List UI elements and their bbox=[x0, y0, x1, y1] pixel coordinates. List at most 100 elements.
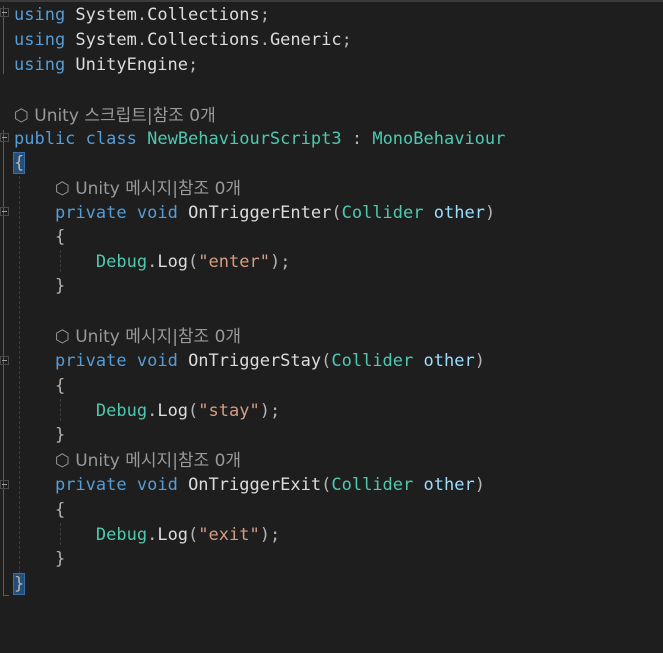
token-id bbox=[14, 179, 55, 199]
matching-brace: { bbox=[12, 152, 26, 174]
token-id bbox=[14, 401, 96, 421]
token-id: Collections bbox=[147, 5, 260, 25]
code-line-using-collections[interactable]: using System.Collections; bbox=[14, 3, 270, 27]
token-id bbox=[14, 475, 55, 495]
token-id: System bbox=[65, 5, 137, 25]
code-line-enter-signature[interactable]: private void OnTriggerEnter(Collider oth… bbox=[14, 201, 495, 225]
token-param: other bbox=[423, 475, 475, 495]
token-id bbox=[178, 475, 188, 495]
codelens-reference-info[interactable]: ⬡ Unity 메시지|참조 0개 bbox=[55, 451, 241, 471]
token-kw: private bbox=[54, 203, 127, 223]
token-punc: ) bbox=[474, 351, 485, 371]
token-punc: { bbox=[54, 500, 66, 520]
token-punc: : bbox=[351, 129, 363, 149]
token-punc: ) bbox=[484, 203, 496, 223]
token-id bbox=[14, 351, 55, 371]
codelens-reference-info[interactable]: ⬡ Unity 스크립트|참조 0개 bbox=[14, 106, 216, 126]
token-str: "enter" bbox=[198, 252, 270, 272]
token-punc: . bbox=[147, 525, 158, 545]
token-id bbox=[14, 252, 96, 272]
token-type: Debug bbox=[95, 252, 148, 272]
code-line-enter-codelens[interactable]: ⬡ Unity 메시지|참조 0개 bbox=[14, 177, 241, 201]
code-line-class-declaration[interactable]: public class NewBehaviourScript3 : MonoB… bbox=[14, 127, 505, 151]
token-type: Debug bbox=[95, 401, 148, 421]
code-line-exit-close[interactable]: } bbox=[14, 547, 65, 571]
token-id bbox=[362, 129, 372, 149]
token-id bbox=[14, 203, 55, 223]
token-punc: } bbox=[54, 549, 66, 569]
token-id bbox=[178, 203, 188, 223]
token-punc: ( bbox=[331, 203, 342, 223]
token-punc: . bbox=[259, 30, 270, 50]
token-id: Log bbox=[157, 525, 189, 545]
collapse-exit-toggle[interactable] bbox=[0, 480, 9, 489]
editor-top-border bbox=[0, 0, 663, 2]
codelens-reference-info[interactable]: ⬡ Unity 메시지|참조 0개 bbox=[55, 327, 241, 347]
token-punc: ; bbox=[341, 30, 352, 50]
collapse-usings-toggle[interactable] bbox=[0, 8, 9, 17]
token-kw: private bbox=[54, 351, 127, 371]
token-kw: using bbox=[14, 30, 66, 50]
code-line-class-open-brace[interactable]: { bbox=[12, 151, 26, 175]
token-id bbox=[413, 475, 423, 495]
collapse-stay-toggle[interactable] bbox=[0, 356, 9, 365]
token-id bbox=[342, 129, 352, 149]
code-line-class-close-brace[interactable]: } bbox=[12, 572, 26, 596]
matching-brace: } bbox=[12, 573, 26, 595]
token-id bbox=[14, 425, 55, 445]
code-line-exit-open[interactable]: { bbox=[14, 498, 65, 522]
token-param: other bbox=[433, 203, 485, 223]
code-editor[interactable]: using System.Collections; using System.Co… bbox=[0, 0, 663, 653]
collapse-class-toggle[interactable] bbox=[0, 133, 9, 142]
token-punc: . bbox=[147, 401, 158, 421]
code-line-enter-body[interactable]: Debug.Log("enter"); bbox=[14, 250, 291, 274]
token-str: "exit" bbox=[198, 525, 260, 545]
token-kw: using bbox=[14, 55, 66, 75]
token-punc: . bbox=[147, 252, 158, 272]
code-line-stay-body[interactable]: Debug.Log("stay"); bbox=[14, 399, 280, 423]
token-id: OnTriggerExit bbox=[188, 475, 322, 495]
collapse-enter-toggle[interactable] bbox=[0, 207, 9, 216]
token-punc: ); bbox=[259, 525, 281, 545]
token-punc: . bbox=[136, 30, 148, 50]
token-id bbox=[14, 227, 55, 247]
code-line-exit-signature[interactable]: private void OnTriggerExit(Collider othe… bbox=[14, 473, 485, 497]
token-type: Collider bbox=[331, 351, 414, 371]
token-str: "stay" bbox=[198, 401, 260, 421]
token-type: Collider bbox=[331, 475, 414, 495]
token-kw: void bbox=[136, 475, 178, 495]
code-line-enter-close[interactable]: } bbox=[14, 274, 65, 298]
token-id bbox=[14, 327, 55, 347]
code-line-class-codelens[interactable]: ⬡ Unity 스크립트|참조 0개 bbox=[14, 104, 216, 128]
code-line-exit-body[interactable]: Debug.Log("exit"); bbox=[14, 523, 280, 547]
token-id: Generic bbox=[269, 30, 342, 50]
token-kw: class bbox=[85, 129, 137, 149]
code-line-using-generic[interactable]: using System.Collections.Generic; bbox=[14, 28, 352, 52]
token-id: System bbox=[65, 30, 137, 50]
token-id bbox=[14, 276, 55, 296]
token-id bbox=[14, 451, 55, 471]
token-id: UnityEngine bbox=[65, 55, 189, 75]
code-line-using-unityengine[interactable]: using UnityEngine; bbox=[14, 53, 198, 77]
token-type: NewBehaviourScript3 bbox=[147, 129, 342, 149]
token-punc: ); bbox=[269, 252, 291, 272]
token-punc: ( bbox=[188, 525, 199, 545]
code-line-stay-signature[interactable]: private void OnTriggerStay(Collider othe… bbox=[14, 349, 485, 373]
codelens-reference-info[interactable]: ⬡ Unity 메시지|참조 0개 bbox=[55, 179, 241, 199]
token-id: Collections bbox=[147, 30, 260, 50]
token-punc: . bbox=[136, 5, 148, 25]
code-line-stay-close[interactable]: } bbox=[14, 423, 65, 447]
token-id bbox=[413, 351, 423, 371]
token-id bbox=[137, 129, 147, 149]
code-line-enter-open[interactable]: { bbox=[14, 225, 65, 249]
code-line-stay-open[interactable]: { bbox=[14, 374, 65, 398]
token-punc: } bbox=[54, 276, 66, 296]
token-kw: using bbox=[14, 5, 66, 25]
token-punc: ; bbox=[259, 5, 270, 25]
token-punc: ( bbox=[321, 475, 332, 495]
code-line-stay-codelens[interactable]: ⬡ Unity 메시지|참조 0개 bbox=[14, 325, 241, 349]
token-type: Debug bbox=[95, 525, 148, 545]
code-line-exit-codelens[interactable]: ⬡ Unity 메시지|참조 0개 bbox=[14, 449, 241, 473]
token-id bbox=[178, 351, 188, 371]
token-id: Log bbox=[157, 252, 189, 272]
